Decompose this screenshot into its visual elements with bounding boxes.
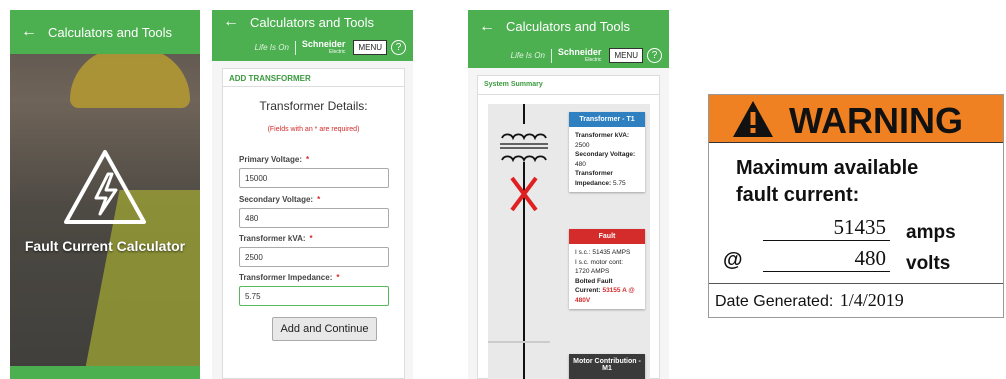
splash-footer: [10, 366, 200, 379]
motor-summary-box[interactable]: Motor Contribution - M1: [569, 354, 645, 379]
app-header: ← Calculators and Tools: [10, 10, 200, 54]
app-header: ← Calculators and Tools: [468, 10, 669, 43]
transformer-summary-box[interactable]: Transformer - T1 Transformer kVA: 2500 S…: [569, 112, 645, 192]
section-title: ADD TRANSFORMER: [223, 69, 404, 87]
secondary-voltage-input[interactable]: 480: [239, 208, 389, 228]
help-icon[interactable]: ?: [391, 40, 406, 55]
required-note: (Fields with an * are required): [267, 126, 360, 133]
app-title: Calculators and Tools: [506, 19, 631, 34]
transformer-primary-coil: [501, 133, 547, 141]
warning-header: WARNING: [709, 95, 1003, 143]
brand-tagline: Life Is On: [510, 51, 545, 60]
transformer-form-card: ADD TRANSFORMER Transformer Details: (Fi…: [222, 68, 405, 379]
warning-text-line2: fault current:: [736, 184, 860, 206]
back-arrow-icon[interactable]: ←: [212, 13, 250, 31]
menu-button[interactable]: MENU: [353, 40, 387, 55]
app-title: Calculators and Tools: [48, 24, 173, 40]
amps-value: 51435: [763, 215, 890, 241]
menu-button[interactable]: MENU: [609, 48, 643, 63]
app-header: ← Calculators and Tools: [212, 10, 413, 34]
back-arrow-icon[interactable]: ←: [10, 23, 48, 41]
date-generated: Date Generated: 1/4/2019: [715, 290, 904, 310]
schneider-logo: Schneider Electric: [301, 38, 346, 55]
system-summary-screen: ← Calculators and Tools Life Is On Schne…: [468, 10, 669, 379]
form-heading: Transformer Details:: [259, 99, 368, 113]
amps-unit: amps: [906, 222, 956, 243]
one-line-diagram: Transformer - T1 Transformer kVA: 2500 S…: [488, 104, 650, 379]
primary-voltage-label: Primary Voltage: *: [239, 155, 310, 164]
motor-box-header: Motor Contribution - M1: [569, 354, 645, 379]
at-symbol: @: [723, 249, 743, 271]
fault-box-header: Fault: [569, 229, 645, 244]
date-value: 1/4/2019: [839, 290, 904, 310]
volts-unit: volts: [906, 253, 951, 274]
warning-triangle-icon: [733, 101, 773, 137]
section-title: System Summary: [478, 76, 659, 95]
splash-title: Fault Current Calculator: [24, 238, 186, 254]
brand-bar: Life Is On Schneider Electric MENU ?: [212, 34, 413, 61]
warning-label: WARNING Maximum available fault current:…: [708, 94, 1004, 318]
transformer-kva-label: Transformer kVA: *: [239, 234, 313, 243]
secondary-voltage-label: Secondary Voltage: *: [239, 195, 321, 204]
fault-summary-box[interactable]: Fault I s.c.: 51435 AMPS I s.c. motor co…: [569, 229, 645, 309]
back-arrow-icon[interactable]: ←: [468, 18, 506, 36]
schneider-logo: Schneider Electric: [557, 46, 602, 63]
transformer-form-screen: ← Calculators and Tools Life Is On Schne…: [212, 10, 413, 379]
splash-screen: ← Calculators and Tools Fault Current Ca…: [10, 10, 200, 379]
transformer-impedance-label: Transformer Impedance: *: [239, 273, 340, 282]
transformer-kva-input[interactable]: 2500: [239, 247, 389, 267]
one-line-drawing: [488, 104, 550, 379]
transformer-secondary-coil: [501, 155, 547, 163]
brand-bar: Life Is On Schneider Electric MENU ?: [468, 43, 669, 68]
brand-tagline: Life Is On: [254, 43, 289, 52]
transformer-box-header: Transformer - T1: [569, 112, 645, 127]
volts-value: 480: [763, 246, 890, 272]
help-icon[interactable]: ?: [647, 48, 662, 63]
app-title: Calculators and Tools: [250, 14, 375, 30]
add-and-continue-button[interactable]: Add and Continue: [272, 317, 377, 341]
primary-voltage-input[interactable]: 15000: [239, 168, 389, 188]
system-summary-card: System Summary Transformer - T1 Transfor…: [477, 75, 660, 379]
lightning-warning-icon: [64, 150, 146, 224]
warning-text-line1: Maximum available: [736, 157, 919, 179]
transformer-impedance-input[interactable]: 5.75: [239, 286, 389, 306]
warning-title: WARNING: [789, 100, 963, 141]
